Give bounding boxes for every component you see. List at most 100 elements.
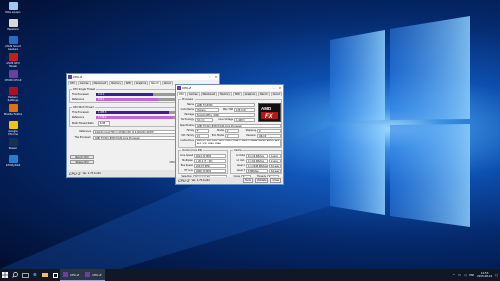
- volume-icon[interactable]: ◁: [464, 273, 466, 277]
- tab-memory[interactable]: Memory: [218, 92, 232, 96]
- desktop-icon-label: Steam: [8, 147, 18, 150]
- bar-value: 1,579.6: [98, 116, 107, 119]
- spec-label: Specification: [180, 124, 195, 127]
- extfamily-value: 15: [195, 134, 209, 138]
- row-label: Level 3: [236, 169, 245, 172]
- stress-cpu-button[interactable]: Stress CPU: [70, 160, 94, 164]
- app-icon: [8, 2, 18, 10]
- tab-mainboard[interactable]: Mainboard: [200, 92, 218, 96]
- desktop-icon[interactable]: InfinityDisk: [3, 155, 23, 167]
- reference-label: Reference: [79, 130, 91, 133]
- tab-about[interactable]: About: [270, 92, 282, 96]
- desktop-icon[interactable]: Google Chrome: [3, 121, 23, 136]
- row-label: HT Link: [184, 169, 193, 172]
- notifications-icon[interactable]: ▢: [495, 273, 498, 277]
- desktop-icon-label: Mozilla Firefox: [3, 113, 23, 116]
- validate-button[interactable]: Validate: [254, 178, 269, 183]
- desktop-icon[interactable]: ASUS GPU Tweak: [3, 53, 23, 68]
- tab-graphics[interactable]: Graphics: [242, 92, 258, 96]
- tab-mainboard[interactable]: Mainboard: [91, 81, 109, 85]
- language-indicator[interactable]: ESP: [469, 274, 474, 277]
- group-title: Processor: [181, 98, 195, 101]
- tab-bench[interactable]: Bench: [149, 81, 161, 85]
- desktop-icon-label: CPUID CPU-Z: [4, 79, 22, 82]
- row-label: Core Speed: [180, 154, 194, 157]
- folder-icon: [42, 273, 48, 277]
- voltage-label: Core Voltage: [218, 118, 233, 121]
- close-button[interactable]: ×: [277, 86, 283, 90]
- desktop-icon[interactable]: CPUID CPU-Z: [3, 70, 23, 82]
- row-label: Reference: [72, 116, 85, 119]
- tab-caches[interactable]: Caches: [77, 81, 91, 85]
- cache-associativity: 2-way: [269, 159, 281, 163]
- tab-bench[interactable]: Bench: [258, 92, 270, 96]
- tab-spd[interactable]: SPD: [232, 92, 242, 96]
- desktop-icon[interactable]: Papelera: [3, 19, 23, 31]
- desktop-icon[interactable]: Este equipo: [3, 2, 23, 14]
- tab-graphics[interactable]: Graphics: [133, 81, 149, 85]
- extfamily-label: Ext. Family: [181, 134, 194, 137]
- bar-fill: [96, 93, 154, 96]
- desktop-icon-label: InfinityDisk: [5, 164, 21, 167]
- tab-spd[interactable]: SPD: [123, 81, 133, 85]
- search-button[interactable]: [10, 269, 20, 281]
- codename-label: Code Name: [180, 108, 194, 111]
- tools-button[interactable]: Tools: [242, 178, 253, 183]
- windows-start-icon: [2, 272, 8, 278]
- tab-memory[interactable]: Memory: [109, 81, 123, 85]
- close-window-button[interactable]: Close: [270, 178, 281, 183]
- bench-cpu-button[interactable]: Bench CPU: [70, 155, 94, 159]
- bar-value: 1,485.8: [98, 111, 107, 114]
- desktop-icon[interactable]: Radeon Settings: [3, 87, 23, 102]
- desktop-icon[interactable]: ASUS Smart Gesture: [3, 36, 23, 51]
- package-value: Socket AM3+ (942): [195, 113, 255, 117]
- task-view-button[interactable]: [20, 269, 30, 281]
- row-label: This Processor: [72, 111, 90, 114]
- app-icon: [8, 36, 18, 44]
- app-icon: [8, 104, 18, 112]
- window-title: CPU-Z: [73, 75, 83, 79]
- row-value: 4 x 2048 KBytes: [246, 164, 268, 168]
- cache-associativity: 16-way: [269, 164, 281, 168]
- row-label: Bus Speed: [180, 164, 193, 167]
- network-icon[interactable]: ▭: [458, 273, 461, 277]
- stepping-value: 0: [257, 129, 281, 133]
- store-button[interactable]: [50, 269, 60, 281]
- svg-text:AMD: AMD: [261, 106, 272, 111]
- close-button[interactable]: ×: [213, 75, 219, 79]
- extmodel-value: 2: [225, 134, 239, 138]
- taskbar-app-cpuz[interactable]: CPU-Z: [82, 269, 105, 281]
- row-label: Level 2: [236, 164, 245, 167]
- window-title: CPU-Z: [182, 86, 192, 90]
- tab-caches[interactable]: Caches: [186, 92, 200, 96]
- package-label: Package: [184, 113, 194, 116]
- technology-value: 32 nm: [195, 118, 213, 122]
- explorer-button[interactable]: [40, 269, 50, 281]
- app-icon: [8, 138, 18, 146]
- cache-associativity: 4-way: [269, 154, 281, 158]
- tab-cpu[interactable]: CPU: [68, 81, 77, 85]
- tray-chevron-icon[interactable]: ^: [453, 273, 456, 277]
- name-value: AMD FX-8350: [195, 103, 255, 107]
- desktop-icon-label: ASUS GPU Tweak: [6, 62, 20, 68]
- edge-icon: e: [33, 272, 37, 278]
- extmodel-label: Ext. Model: [211, 134, 224, 137]
- desktop-icon[interactable]: Mozilla Firefox: [3, 104, 23, 116]
- model-label: Model: [217, 129, 224, 132]
- taskbar-app-cpuz[interactable]: CPU-Z: [60, 269, 83, 281]
- cache-associativity: 64-way: [269, 169, 281, 173]
- tab-strip: CPU Caches Mainboard Memory SPD Graphics Bench…: [176, 91, 283, 96]
- tab-cpu[interactable]: CPU: [177, 92, 186, 96]
- cpuz-app-icon: [85, 272, 91, 277]
- window-footer: CPU-Z Ver. 1.75.0.x64 Tools Validate Clo…: [176, 177, 283, 184]
- desktop-icon[interactable]: Steam: [3, 138, 23, 150]
- edge-button[interactable]: e: [30, 269, 40, 281]
- instructions-value: MMX(+), SSE, SSE2, SSE3, SSSE3, SSE4.1, …: [195, 139, 281, 147]
- desktop-icon-label: Google Chrome: [7, 130, 19, 136]
- tab-about[interactable]: About: [161, 81, 173, 85]
- family-label: Family: [186, 129, 194, 132]
- start-button[interactable]: [0, 269, 10, 281]
- codename-value: Vishera: [195, 108, 219, 112]
- clock[interactable]: 12:53 2015-08-19: [477, 272, 492, 278]
- ratio-value: 6.98: [98, 121, 110, 126]
